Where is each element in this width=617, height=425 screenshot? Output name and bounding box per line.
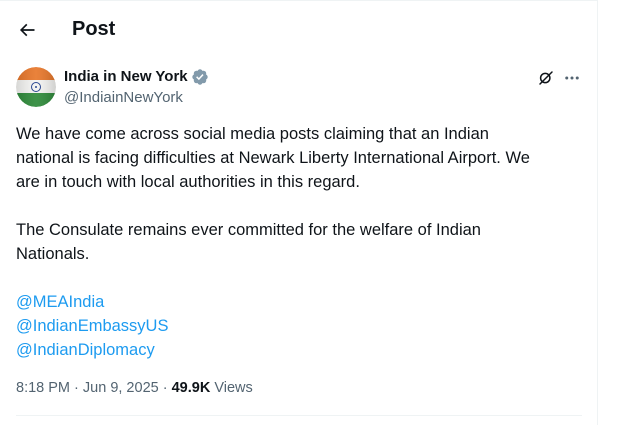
- arrow-left-icon: [19, 23, 35, 37]
- more-options-button[interactable]: [561, 67, 583, 89]
- back-button[interactable]: [10, 13, 44, 47]
- post-date[interactable]: Jun 9, 2025: [83, 380, 159, 396]
- post-body: We have come across social media posts c…: [16, 122, 582, 362]
- author-name-row: India in New York: [64, 67, 209, 87]
- author-handle[interactable]: @IndiainNewYork: [64, 88, 183, 108]
- page-title: Post: [72, 18, 116, 40]
- meta-separator: ·: [162, 380, 168, 396]
- divider: [16, 415, 582, 416]
- more-horizontal-icon: [565, 76, 579, 80]
- mention-link-indianembassyus[interactable]: @IndianEmbassyUS: [16, 314, 582, 338]
- indian-flag-avatar-icon: [16, 67, 56, 107]
- author-name[interactable]: India in New York: [64, 67, 188, 87]
- avatar[interactable]: [16, 67, 56, 107]
- post-detail-column: Post India in New York @IndiainNewYork W…: [0, 0, 598, 425]
- meta-separator: ·: [74, 380, 79, 396]
- post-paragraph-1: We have come across social media posts c…: [16, 125, 530, 191]
- grok-icon: [539, 71, 553, 85]
- views-count: 49.9K: [171, 380, 211, 396]
- verified-badge-icon[interactable]: [191, 68, 209, 86]
- post-time[interactable]: 8:18 PM: [16, 380, 70, 396]
- mention-link-indiandiplomacy[interactable]: @IndianDiplomacy: [16, 338, 582, 362]
- grok-button[interactable]: [535, 67, 557, 89]
- mention-link-meaindia[interactable]: @MEAIndia: [16, 290, 582, 314]
- header-bar: Post: [0, 1, 598, 56]
- views-label: Views: [214, 380, 253, 396]
- post-paragraph-2: The Consulate remains ever committed for…: [16, 221, 481, 263]
- post-meta: 8:18 PM · Jun 9, 2025 · 49.9K Views: [16, 378, 253, 398]
